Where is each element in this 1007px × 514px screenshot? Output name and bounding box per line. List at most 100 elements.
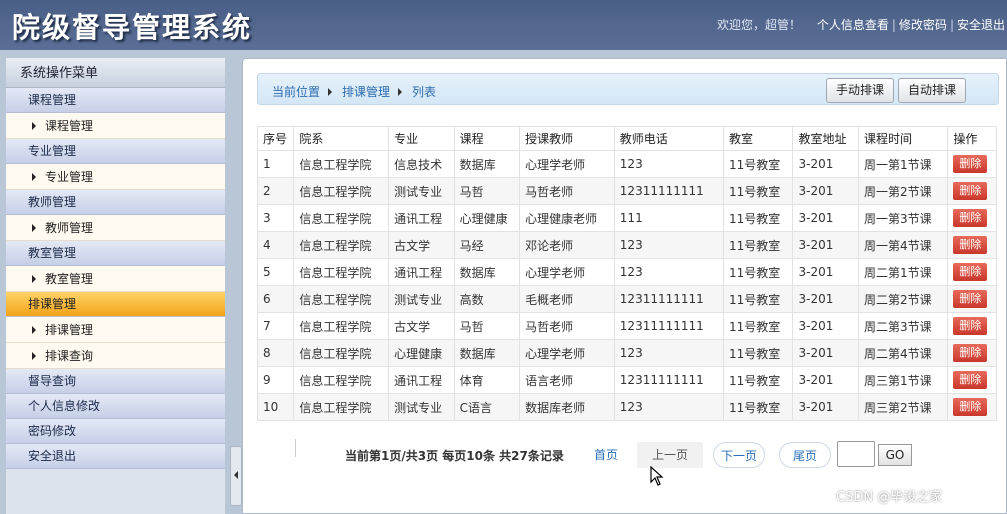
system-title: 院级督导管理系统: [12, 11, 253, 44]
column-header: 教室: [722, 126, 794, 151]
table-row: 6 信息工程学院 测试专业 高数 毛概老师 12311111111 11号教室 3-201 周二…: [256, 285, 997, 313]
delete-button[interactable]: 删除: [953, 263, 988, 281]
table-cell-actions: 删除: [947, 393, 997, 421]
table-cell: 心理学老师: [519, 258, 615, 286]
table-cell: 数据库: [453, 150, 521, 178]
sidebar-group-course[interactable]: 课程管理: [6, 88, 225, 113]
table-cell: 11号教室: [722, 204, 794, 232]
table-cell: 3-201: [792, 177, 860, 205]
table-cell: 周二第2节课: [858, 285, 949, 313]
table-cell: 11号教室: [722, 339, 794, 367]
table-cell: 心理学老师: [519, 339, 615, 367]
table-cell: 周二第4节课: [858, 339, 949, 367]
table-cell: 数据库老师: [519, 393, 615, 421]
table-cell: 3-201: [792, 366, 860, 394]
first-page-link[interactable]: 首页: [591, 442, 621, 468]
column-header: 序号: [256, 126, 295, 151]
caret-right-icon: [32, 122, 36, 130]
sidebar-group-profile-edit[interactable]: 个人信息修改: [6, 394, 225, 419]
table-row: 5 信息工程学院 通讯工程 数据库 心理学老师 123 11号教室 3-201 周二第1节课 删除: [256, 258, 997, 286]
go-button[interactable]: GO: [878, 444, 912, 466]
prev-page-link[interactable]: 上一页: [637, 442, 703, 468]
table-cell: 心理学老师: [519, 150, 615, 178]
delete-button[interactable]: 删除: [953, 344, 988, 362]
delete-button[interactable]: 删除: [953, 371, 988, 389]
sidebar-header: 系统操作菜单: [6, 58, 225, 88]
table-cell: C语言: [453, 393, 521, 421]
table-cell: 10: [256, 393, 295, 421]
table-cell: 周二第3节课: [858, 312, 949, 340]
table-cell: 马经: [453, 231, 521, 259]
table-cell: 周三第2节课: [858, 393, 949, 421]
table-cell: 周三第1节课: [858, 366, 949, 394]
logout-link[interactable]: 安全退出: [957, 18, 1005, 32]
column-header: 授课教师: [519, 126, 615, 151]
change-password-link[interactable]: 修改密码: [899, 18, 947, 32]
table-cell: 测试专业: [388, 393, 455, 421]
sidebar-item-course-manage[interactable]: 课程管理: [6, 113, 225, 139]
caret-right-icon: [32, 275, 36, 283]
table-cell: 1: [256, 150, 295, 178]
table-cell: 3: [256, 204, 295, 232]
sidebar-item-major-manage[interactable]: 专业管理: [6, 164, 225, 190]
last-page-link[interactable]: 尾页: [779, 442, 831, 468]
sidebar-group-supervision[interactable]: 督导查询: [6, 369, 225, 394]
breadcrumb: 当前位置 排课管理 列表: [272, 83, 436, 100]
table-cell: 周一第2节课: [858, 177, 949, 205]
caret-right-icon: [32, 352, 36, 360]
sidebar-group-schedule[interactable]: 排课管理: [6, 292, 225, 317]
column-header: 专业: [388, 126, 455, 151]
delete-button[interactable]: 删除: [953, 236, 988, 254]
sidebar-group-password[interactable]: 密码修改: [6, 419, 225, 444]
table-row: 9 信息工程学院 通讯工程 体育 语言老师 12311111111 11号教室 3-201 周三…: [256, 366, 997, 394]
sidebar-item-schedule-query[interactable]: 排课查询: [6, 343, 225, 369]
sidebar-group-classroom[interactable]: 教室管理: [6, 241, 225, 266]
table-cell: 6: [256, 285, 295, 313]
page-number-input[interactable]: [837, 441, 875, 467]
table-cell: 11号教室: [722, 231, 794, 259]
table-cell: 3-201: [792, 393, 860, 421]
caret-right-icon: [32, 173, 36, 181]
breadcrumb-item[interactable]: 排课管理: [342, 85, 390, 99]
table-cell: 7: [256, 312, 295, 340]
column-header: 操作: [947, 126, 997, 151]
table-cell-actions: 删除: [947, 312, 997, 340]
column-header: 教室地址: [792, 126, 860, 151]
delete-button[interactable]: 删除: [953, 209, 988, 227]
delete-button[interactable]: 删除: [953, 155, 988, 173]
table-cell: 3-201: [792, 312, 860, 340]
sidebar-item-schedule-manage[interactable]: 排课管理: [6, 317, 225, 343]
table-cell: 123: [613, 150, 724, 178]
next-page-link[interactable]: 下一页: [713, 442, 765, 468]
sidebar-item-teacher-manage[interactable]: 教师管理: [6, 215, 225, 241]
table-cell: 信息工程学院: [293, 150, 390, 178]
table-cell: 马哲: [453, 177, 521, 205]
divider: [295, 439, 296, 457]
sidebar-group-logout[interactable]: 安全退出: [6, 444, 225, 469]
table-cell: 123: [613, 231, 724, 259]
table-cell: 测试专业: [388, 177, 455, 205]
sidebar-group-teacher[interactable]: 教师管理: [6, 190, 225, 215]
table-cell: 周一第1节课: [858, 150, 949, 178]
table-cell: 数据库: [453, 258, 521, 286]
watermark: CSDN @毕设之家: [836, 490, 943, 505]
table-cell: 信息工程学院: [293, 204, 390, 232]
delete-button[interactable]: 删除: [953, 317, 988, 335]
delete-button[interactable]: 删除: [953, 182, 988, 200]
caret-right-icon: [32, 326, 36, 334]
delete-button[interactable]: 删除: [953, 290, 988, 308]
view-profile-link[interactable]: 个人信息查看: [817, 18, 889, 32]
table-cell-actions: 删除: [947, 177, 997, 205]
manual-schedule-button[interactable]: 手动排课: [826, 78, 895, 103]
table-cell: 3-201: [792, 231, 860, 259]
sidebar-item-classroom-manage[interactable]: 教室管理: [6, 266, 225, 292]
auto-schedule-button[interactable]: 自动排课: [898, 78, 967, 103]
delete-button[interactable]: 删除: [953, 398, 988, 416]
table-cell: 古文学: [388, 312, 455, 340]
table-row: 2 信息工程学院 测试专业 马哲 马哲老师 12311111111 11号教室 3-201 周一…: [256, 177, 997, 205]
table-cell: 123: [613, 258, 724, 286]
sidebar-group-major[interactable]: 专业管理: [6, 139, 225, 164]
table-row: 10 信息工程学院 测试专业 C语言 数据库老师 123 11号教室 3-201 周三第2节课删…: [256, 393, 997, 421]
sidebar-collapse-handle[interactable]: [230, 446, 242, 506]
breadcrumb-item: 列表: [412, 85, 437, 99]
